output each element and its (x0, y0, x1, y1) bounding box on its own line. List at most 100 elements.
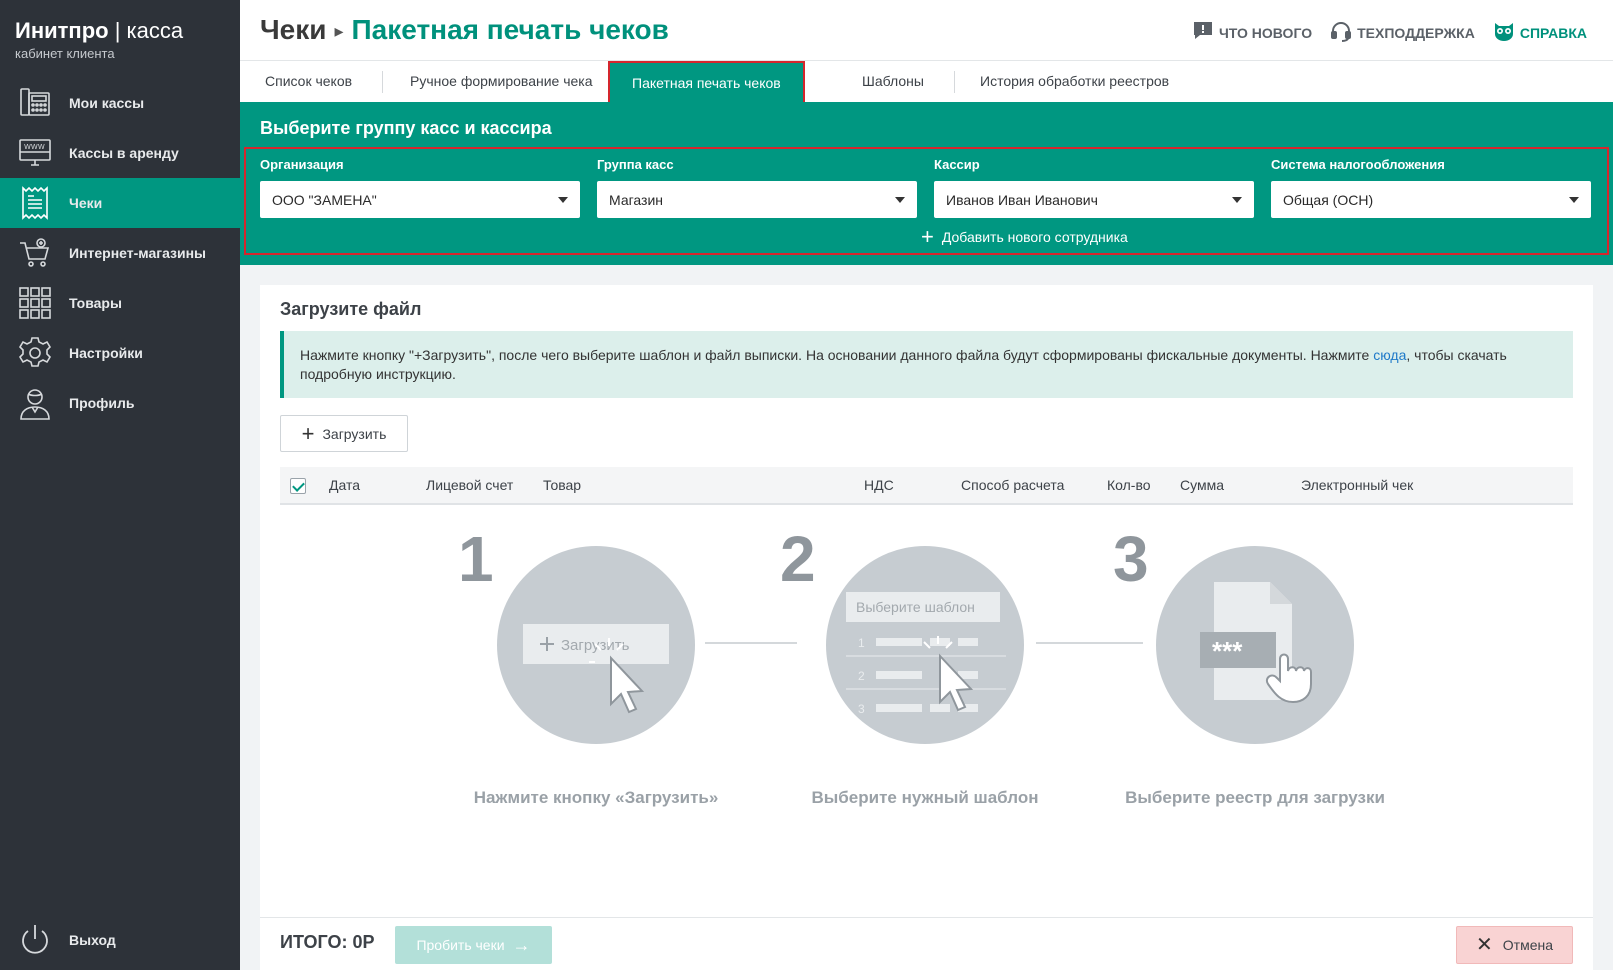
instruction-notice: Нажмите кнопку "+Загрузить", после чего … (280, 331, 1573, 398)
column-quantity[interactable]: Кол-во (1107, 477, 1151, 493)
caret-down-icon (1232, 197, 1242, 203)
field-label: Кассир (934, 157, 980, 172)
sidebar-item-settings[interactable]: Настройки (0, 328, 240, 378)
step-1-caption: Нажмите кнопку «Загрузить» (473, 788, 719, 807)
select-value: ООО "ЗАМЕНА" (272, 191, 377, 208)
column-e-receipt[interactable]: Электронный чек (1301, 477, 1413, 493)
sidebar-item-label: Настройки (69, 345, 143, 361)
table-header: Дата Лицевой счет Товар НДС Способ расче… (280, 467, 1573, 505)
panel-title: Выберите группу касс и кассира (260, 118, 552, 138)
organization-select[interactable]: ООО "ЗАМЕНА" (260, 181, 580, 218)
tab-receipt-list[interactable]: Список чеков (265, 61, 352, 103)
close-icon: ✕ (1476, 934, 1493, 956)
register-group-panel: Выберите группу касс и кассира Организац… (240, 102, 1613, 265)
add-employee-label: Добавить нового сотрудника (941, 229, 1128, 245)
column-vat[interactable]: НДС (864, 477, 894, 493)
tab-registry-history[interactable]: История обработки реестров (980, 61, 1169, 103)
tax-system-select[interactable]: Общая (ОСН) (1271, 181, 1591, 218)
cashier-field: Кассир Иванов Иван Иванович (934, 157, 1254, 218)
caret-down-icon (895, 197, 905, 203)
column-product[interactable]: Товар (543, 477, 581, 493)
monitor-www-icon: WWW (17, 135, 53, 171)
upload-click-icon: Загрузить (523, 624, 669, 714)
caret-down-icon (558, 197, 568, 203)
breadcrumb-current: Пакетная печать чеков (351, 14, 669, 45)
support-link[interactable]: ТЕХПОДДЕРЖКА (1330, 20, 1475, 45)
step-2-row-3: 3 (858, 702, 865, 716)
cancel-button[interactable]: ✕ Отмена (1456, 926, 1573, 964)
whats-new-link[interactable]: ЧТО НОВОГО (1192, 20, 1312, 45)
whats-new-label: ЧТО НОВОГО (1218, 24, 1313, 41)
file-upload-icon: *** (1200, 582, 1312, 704)
tab-templates[interactable]: Шаблоны (862, 61, 924, 103)
footer-bar: ИТОГО: 0Р Пробить чеки → ✕ Отмена (260, 917, 1593, 970)
brand-title: Инитпро | касса (15, 18, 184, 43)
step-2-illus-text: Выберите шаблон (856, 599, 975, 615)
tab-divider (954, 71, 955, 93)
column-payment-method[interactable]: Способ расчета (961, 477, 1064, 493)
logout-button[interactable]: Выход (0, 910, 240, 970)
receipt-icon (17, 185, 53, 221)
sidebar-item-online-stores[interactable]: Интернет-магазины (0, 228, 240, 278)
select-all-checkbox[interactable] (290, 478, 306, 494)
sidebar-item-receipts[interactable]: Чеки (0, 178, 240, 228)
brand-logo[interactable]: Инитпро | касса кабинет клиента (15, 18, 183, 61)
owl-icon (1493, 20, 1515, 45)
shopping-cart-icon (17, 235, 53, 271)
organization-field: Организация ООО "ЗАМЕНА" (260, 157, 580, 218)
support-label: ТЕХПОДДЕРЖКА (1357, 24, 1475, 41)
total-amount: ИТОГО: 0Р (280, 932, 375, 952)
step-1-illustration: Загрузить (497, 546, 695, 744)
tab-manual-receipt[interactable]: Ручное формирование чека (410, 61, 593, 103)
power-icon (17, 922, 53, 958)
column-sum[interactable]: Сумма (1180, 477, 1224, 493)
tab-batch-print[interactable]: Пакетная печать чеков (608, 61, 805, 105)
caret-down-icon (1569, 197, 1579, 203)
plus-icon: + (921, 224, 934, 249)
step-number: 3 (1113, 523, 1149, 595)
selection-fields: Организация ООО "ЗАМЕНА" Группа касс Маг… (244, 147, 1609, 255)
help-link[interactable]: СПРАВКА (1493, 20, 1587, 45)
arrow-right-icon: → (512, 934, 531, 955)
tax-system-field: Система налогообложения Общая (ОСН) (1271, 157, 1591, 218)
field-label: Группа касс (597, 157, 674, 172)
svg-text:WWW: WWW (24, 143, 45, 151)
cancel-button-label: Отмена (1502, 937, 1553, 953)
step-3-caption: Выберите реестр для загрузки (1125, 788, 1385, 807)
upload-button[interactable]: + Загрузить (280, 415, 408, 452)
upload-title: Загрузите файл (280, 299, 422, 319)
template-select-icon: Выберите шаблон 1 2 3 (846, 592, 1006, 716)
tab-divider (382, 71, 383, 93)
page-title: Чеки ▸ Пакетная печать чеков (260, 14, 669, 46)
register-group-select[interactable]: Магазин (597, 181, 917, 218)
logout-label: Выход (69, 932, 116, 948)
column-account[interactable]: Лицевой счет (426, 477, 513, 493)
user-icon (17, 385, 53, 421)
step-number: 2 (780, 523, 816, 595)
cashier-select[interactable]: Иванов Иван Иванович (934, 181, 1254, 218)
instruction-link[interactable]: сюда (1373, 347, 1406, 363)
sidebar-item-products[interactable]: Товары (0, 278, 240, 328)
sidebar-item-my-registers[interactable]: Мои кассы (0, 78, 240, 128)
step-number: 1 (458, 523, 494, 595)
field-label: Организация (260, 157, 344, 172)
add-employee-link[interactable]: + Добавить нового сотрудника (921, 224, 1128, 249)
gear-icon (17, 335, 53, 371)
print-button-label: Пробить чеки (416, 937, 505, 953)
breadcrumb-receipts[interactable]: Чеки (260, 14, 326, 45)
brand-subtitle: кабинет клиента (15, 46, 115, 61)
select-value: Общая (ОСН) (1283, 191, 1374, 208)
sidebar-item-rent-registers[interactable]: WWW Кассы в аренду (0, 128, 240, 178)
print-receipts-button[interactable]: Пробить чеки → (395, 926, 552, 964)
sidebar-item-label: Мои кассы (69, 95, 145, 111)
register-group-field: Группа касс Магазин (597, 157, 917, 218)
column-date[interactable]: Дата (329, 477, 360, 493)
sidebar-item-label: Интернет-магазины (69, 245, 207, 261)
cash-register-icon (17, 85, 53, 121)
help-label: СПРАВКА (1519, 24, 1587, 41)
select-value: Магазин (609, 191, 664, 208)
sidebar-item-profile[interactable]: Профиль (0, 378, 240, 428)
sidebar-item-label: Кассы в аренду (69, 145, 179, 161)
step-2-row-1: 1 (858, 636, 865, 650)
step-2-caption: Выберите нужный шаблон (811, 788, 1039, 807)
